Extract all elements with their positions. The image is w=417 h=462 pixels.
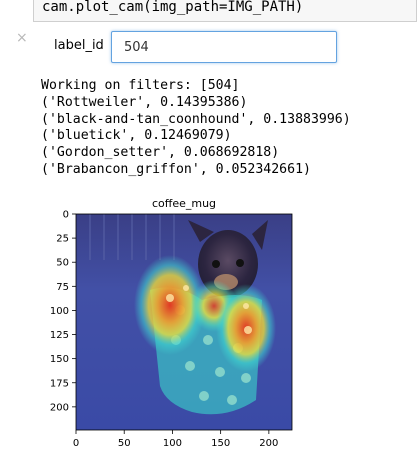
x-tick-label: 50 [118, 438, 131, 449]
y-axis: 0 25 50 75 100 125 150 175 200 [50, 210, 76, 413]
chart-title: coffee_mug [152, 197, 216, 210]
label-id-input[interactable] [111, 31, 337, 63]
y-tick-label: 100 [50, 306, 69, 317]
output-line: Working on filters: [504] [41, 78, 240, 93]
code-cell[interactable]: cam.plot_cam(img_path=IMG_PATH) [33, 0, 417, 22]
output-line: ('bluetick', 0.12469079) [41, 128, 232, 144]
output-line: ('black-and-tan_coonhound', 0.13883996) [41, 111, 351, 127]
label-id-label: label_id [54, 38, 104, 53]
y-tick-label: 125 [50, 330, 69, 341]
output-line: ('Brabancon_griffon', 0.052342661) [41, 161, 311, 177]
y-tick-label: 25 [56, 234, 69, 245]
cam-image [76, 214, 292, 430]
cam-chart: coffee_mug 0255075100125150175200 0 50 1… [50, 197, 293, 449]
y-tick-label: 0 [63, 210, 69, 221]
y-tick-label: 50 [56, 258, 69, 269]
code-text[interactable]: cam.plot_cam(img_path=IMG_PATH) [42, 0, 303, 15]
x-axis: 0 50 100 150 200 [73, 430, 278, 449]
x-tick-label: 0 [73, 438, 79, 449]
cell-output: Working on filters: [504] ('Rottweiler',… [41, 78, 351, 179]
output-line: ('Gordon_setter', 0.068692818) [41, 145, 280, 161]
y-tick-label: 175 [50, 378, 69, 389]
y-tick-label: 75 [56, 282, 69, 293]
x-tick-label: 150 [211, 438, 230, 449]
x-tick-label: 200 [259, 438, 278, 449]
output-line: ('Rottweiler', 0.14395386) [41, 94, 248, 110]
x-tick-label: 100 [163, 438, 182, 449]
y-tick-label: 150 [50, 354, 69, 365]
y-tick-label: 200 [50, 402, 69, 413]
close-icon[interactable]: × [16, 30, 28, 46]
